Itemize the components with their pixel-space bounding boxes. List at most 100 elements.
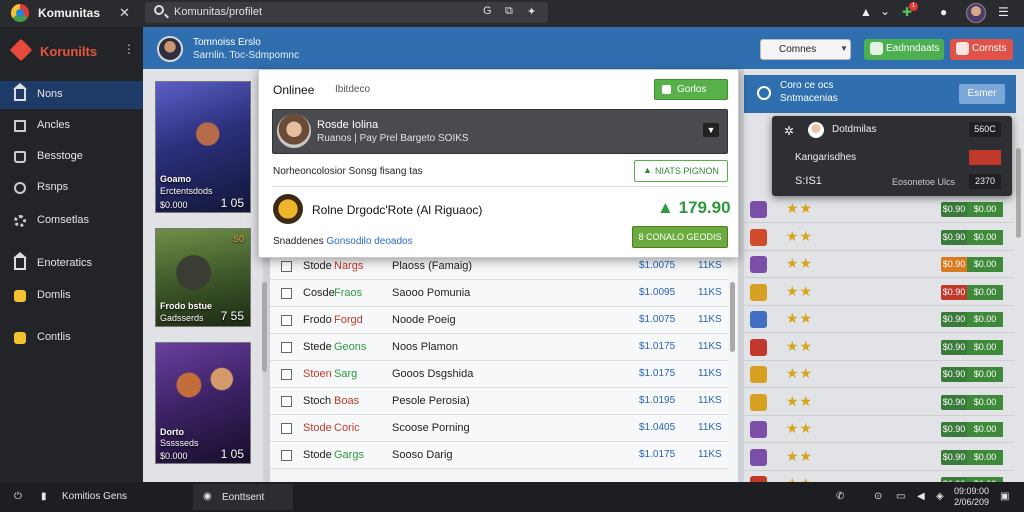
taskbar-window[interactable]: ◉ Eonttsent [193,484,293,510]
price-pill[interactable]: $0.90$0.00 [941,230,1003,245]
row-checkbox[interactable] [281,288,292,299]
row-checkbox[interactable] [281,369,292,380]
price-row[interactable]: ★★ $0.90$0.00 [744,224,1014,251]
sidebar-item-contlis[interactable]: Contlis [0,324,143,352]
row-col-a: Cosde [303,287,335,299]
price-pill[interactable]: $0.90$0.00 [941,450,1003,465]
taskbar-app-label[interactable]: Komitios Gens [62,491,127,502]
buy-button[interactable]: 8 CONALO GEODIS [632,226,728,248]
game-thumb-icon [750,311,767,328]
list-item[interactable]: Stode Gargs Sooso Darig $1.0175 11KS [270,442,728,469]
price-row[interactable]: ★★ $0.90$0.00 [744,196,1014,223]
star-icon[interactable]: ✦ [527,5,536,18]
list-item[interactable]: Frodo Forgd Noode Poeig $1.0075 11KS [270,307,728,334]
popup-value-3[interactable]: 2370 [969,174,1001,189]
price-value: $0.00 [967,367,1003,382]
price-row[interactable]: ★★ $0.90$0.00 [744,279,1014,306]
url-text[interactable]: Komunitas/profilet [174,6,262,18]
game-thumb-icon [750,201,767,218]
notification-icon[interactable]: ✆ [836,491,844,502]
game-card[interactable]: Dorto Ssssseds $0.000 1 05 [155,342,251,464]
sidebar-item-enoteratics[interactable]: Enoteratics [0,250,143,278]
home-icon[interactable]: ▲ [860,5,872,19]
profile-avatar[interactable] [157,36,183,62]
chat-icon [14,182,26,194]
sidebar-item-domlis[interactable]: Domlis [0,282,143,310]
menu-icon[interactable]: ☰ [998,5,1009,19]
modal-top-button[interactable]: Gorlos [654,79,728,100]
price-pill[interactable]: $0.90$0.00 [941,257,1003,272]
sidebar-item-ancles[interactable]: Ancles [0,112,143,140]
row-checkbox[interactable] [281,342,292,353]
system-clock[interactable]: 09:09:00 2/06/209 [954,486,989,508]
check-icon [870,42,883,55]
price-row[interactable]: ★★ $0.90$0.00 [744,444,1014,471]
price-row[interactable]: ★★ $0.90$0.00 [744,334,1014,361]
price-pill[interactable]: $0.90$0.00 [941,202,1003,217]
price-row[interactable]: ★★ $0.90$0.00 [744,389,1014,416]
selected-user-row[interactable]: Rosde Iolina Ruanos | Pay Prel Bargeto S… [272,109,728,154]
profile-subtitle: Sarnlin. Toc-Sdmpomnc [193,50,299,61]
chevron-down-icon[interactable]: ⌄ [880,4,890,18]
card-scrollbar[interactable] [262,282,267,372]
price-row[interactable]: ★★ $0.90$0.00 [744,306,1014,333]
row-checkbox[interactable] [281,315,292,326]
sidebar-item-besstoge[interactable]: Besstoge [0,143,143,171]
price-pill[interactable]: $0.90$0.00 [941,285,1003,300]
list-scrollbar[interactable] [730,282,735,352]
rating-stars: ★★ [786,365,814,381]
price-row[interactable]: ★★ $0.90$0.00 [744,251,1014,278]
sidebar-item-label: Ancles [37,119,71,131]
row-checkbox[interactable] [281,423,292,434]
price-pill[interactable]: $0.90$0.00 [941,395,1003,410]
clock-icon[interactable]: ⊙ [874,491,882,502]
phone-icon[interactable]: ▮ [41,491,47,502]
row-checkbox[interactable] [281,396,292,407]
brand-name[interactable]: Korunilts [40,44,97,59]
sidebar-item-rsnps[interactable]: Rsnps [0,174,143,202]
game-card[interactable]: Goamo Erctentsdods $0.000 1 05 [155,81,251,213]
sidebar-item-comsetlas[interactable]: Comsetlas [0,207,143,235]
network-icon[interactable]: ◈ [936,491,944,502]
price-pill[interactable]: $0.90$0.00 [941,312,1003,327]
price-pill[interactable]: $0.90$0.00 [941,367,1003,382]
right-scrollbar[interactable] [1016,148,1021,238]
price-pill[interactable]: $0.90$0.00 [941,422,1003,437]
more-options-icon[interactable]: ⋮ [123,42,135,56]
close-tab-icon[interactable]: ✕ [119,5,130,21]
footer-link[interactable]: Gonsodilo deoados [326,236,412,247]
google-icon[interactable]: G [483,5,492,17]
outline-button[interactable]: ▲ NIATS PIGNON [634,160,728,182]
copy-icon[interactable]: ⧉ [505,5,513,18]
select-label: Comnes [779,44,817,55]
popup-red-button[interactable] [969,150,1001,165]
volume-icon[interactable]: ◀ [917,491,925,502]
list-item[interactable]: Stoen Sarg Gooos Dsgshida $1.0175 11KS [270,361,728,388]
game-card[interactable]: S0 Frodo bstue Gadsserds 7 55 [155,228,251,327]
list-item[interactable]: Cosde Fraos Saooo Pomunia $1.0095 11KS [270,280,728,307]
price-row[interactable]: ★★ $0.90$0.00 [744,361,1014,388]
pin-icon[interactable]: ✲ [784,124,794,138]
right-header-button[interactable]: Esmer [959,84,1005,104]
popup-value-1[interactable]: 560C [969,122,1001,137]
price-row[interactable]: ★★ $0.90$0.00 [744,416,1014,443]
filter-select[interactable]: Comnes ▼ [760,39,851,60]
settings-icon[interactable]: ● [940,5,947,19]
row-checkbox[interactable] [281,450,292,461]
battery-icon[interactable]: ▭ [896,491,905,502]
chevron-down-icon[interactable]: ▼ [703,123,719,137]
address-bar[interactable]: Komunitas/profilet G ⧉ ✦ [145,2,548,23]
list-item[interactable]: Stode Coric Scoose Porning $1.0405 11KS [270,415,728,442]
green-action-button[interactable]: Eadnndaats [864,39,944,60]
list-item[interactable]: Stede Geons Noos Plamon $1.0175 11KS [270,334,728,361]
price-pill[interactable]: $0.90$0.00 [941,340,1003,355]
power-icon[interactable]: ⏻ [14,491,22,502]
right-panel-header: Coro ce ocs Sntmacenias Esmer [744,75,1016,113]
sidebar-item-nons[interactable]: Nons [0,81,143,109]
tab-title[interactable]: Komunitas [38,6,100,20]
show-desktop-icon[interactable]: ▣ [1000,491,1009,502]
user-avatar[interactable] [966,3,986,23]
row-checkbox[interactable] [281,261,292,272]
list-item[interactable]: Stoch Boas Pesole Perosia) $1.0195 11KS [270,388,728,415]
red-action-button[interactable]: Cornsts [950,39,1013,60]
